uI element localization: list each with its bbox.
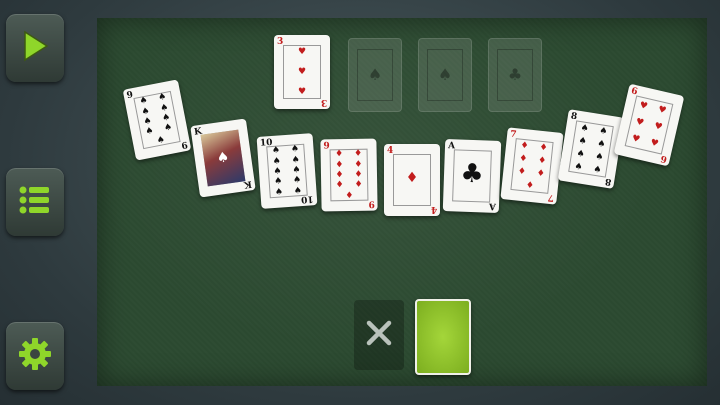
card-suit: ♦ <box>405 170 419 186</box>
card-rank: 7 <box>547 191 555 203</box>
tableau-card[interactable]: 6 6 ♥ ♥ ♥ ♥ ♥ ♥ <box>613 83 685 167</box>
foundation-slot[interactable]: ♣ <box>488 38 542 112</box>
play-button[interactable] <box>6 14 64 82</box>
card-pips: ♠ ♠ ♠ ♠ ♠ ♠ ♠ ♠ ♠ ♠ <box>271 144 303 198</box>
foundation-card[interactable]: 3 3 ♥ ♥ ♥ <box>274 35 330 109</box>
card-rank: 9 <box>179 138 189 150</box>
card-pips: ♦ ♦ ♦ ♦ ♦ ♦ ♦ ♦ ♦ <box>335 148 363 201</box>
game-table: 3 3 ♥ ♥ ♥ ♠ ♠ ♣ 9 9 ♠ ♠ ♠ ♠ ♠ ♠ ♠ ♠ ♠ K K ♠ 10 10 ♠ ♠ ♠ ♠ ♠ ♠… <box>97 18 707 386</box>
foundation-slot[interactable]: ♠ <box>348 38 402 112</box>
play-icon <box>20 29 50 67</box>
card-rank: 4 <box>430 204 437 214</box>
tableau-card[interactable]: 10 10 ♠ ♠ ♠ ♠ ♠ ♠ ♠ ♠ ♠ ♠ <box>256 133 318 209</box>
card-rank: 3 <box>320 97 327 107</box>
card-pips: ♦ ♦ ♦ ♦ ♦ ♦ ♦ <box>517 140 549 191</box>
card-suit: ♣ <box>459 158 485 190</box>
card-rank: A <box>488 200 497 211</box>
tableau-card[interactable]: A A ♣ <box>442 139 502 213</box>
tableau-card[interactable]: 9 9 ♦ ♦ ♦ ♦ ♦ ♦ ♦ ♦ ♦ <box>320 138 378 212</box>
tableau-card[interactable]: 4 4 ♦ <box>384 144 440 216</box>
menu-button[interactable] <box>6 168 64 236</box>
tableau-card[interactable]: 9 9 ♠ ♠ ♠ ♠ ♠ ♠ ♠ ♠ ♠ <box>122 79 192 161</box>
tableau-card[interactable]: K K ♠ <box>190 118 256 198</box>
close-icon <box>364 318 394 352</box>
card-rank: 4 <box>387 146 394 156</box>
card-rank: A <box>447 141 456 152</box>
gear-icon <box>17 336 53 376</box>
card-pips: ♠ ♠ ♠ ♠ ♠ ♠ ♠ ♠ <box>573 122 609 176</box>
menu-list-icon <box>18 184 52 220</box>
foundation-slot[interactable]: ♠ <box>418 38 472 112</box>
card-pips: ♥ ♥ ♥ ♥ ♥ ♥ <box>630 100 668 150</box>
settings-button[interactable] <box>6 322 64 390</box>
card-pips: ♠ ♠ ♠ ♠ ♠ ♠ ♠ ♠ ♠ <box>138 92 174 147</box>
stock-pile[interactable] <box>415 299 471 375</box>
tableau-card[interactable]: 7 7 ♦ ♦ ♦ ♦ ♦ ♦ ♦ <box>500 127 564 205</box>
king-face-art: ♠ <box>200 129 246 187</box>
card-rank: 9 <box>368 198 375 209</box>
discard-slot[interactable] <box>354 300 404 370</box>
